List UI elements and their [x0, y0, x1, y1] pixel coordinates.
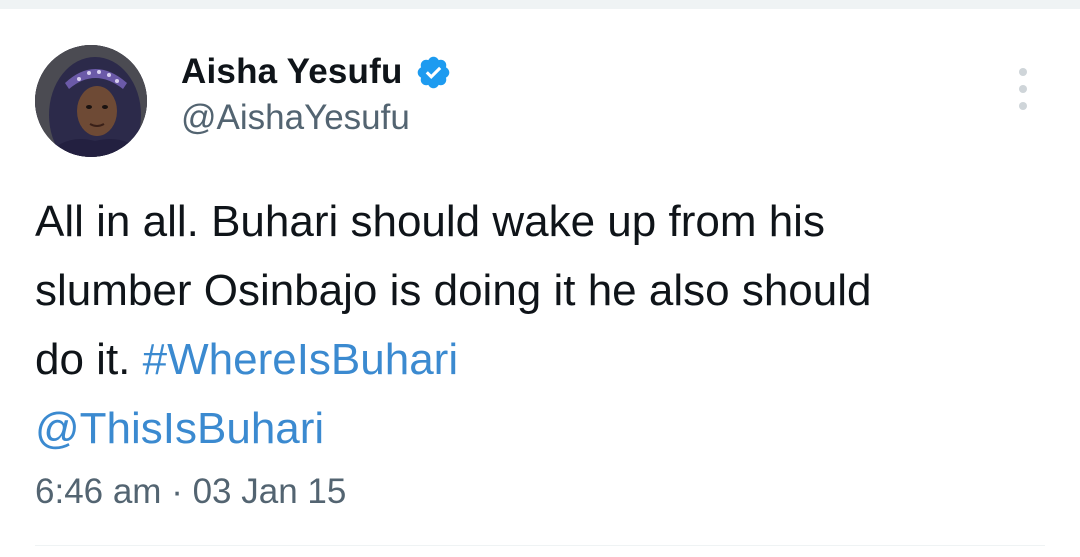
tweet-time[interactable]: 6:46 am: [35, 472, 161, 511]
verified-badge-icon: [415, 54, 452, 91]
avatar[interactable]: [35, 45, 147, 157]
author-name-row[interactable]: Aisha Yesufu: [181, 50, 452, 94]
tweet-line: do it. #WhereIsBuhari: [35, 325, 1055, 394]
hashtag-link[interactable]: #WhereIsBuhari: [143, 335, 458, 384]
more-vertical-icon-dot: [1019, 85, 1027, 93]
tweet-date[interactable]: 03 Jan 15: [193, 472, 347, 511]
tweet-timestamp[interactable]: 6:46 am · 03 Jan 15: [35, 472, 346, 512]
author-handle[interactable]: @AishaYesufu: [181, 98, 410, 138]
author-display-name[interactable]: Aisha Yesufu: [181, 52, 403, 92]
tweet-line: slumber Osinbajo is doing it he also sho…: [35, 266, 872, 315]
tweet-line: @ThisIsBuhari: [35, 394, 1055, 463]
more-options-button[interactable]: [1008, 68, 1038, 110]
more-vertical-icon-dot: [1019, 102, 1027, 110]
tweet-text: All in all. Buhari should wake up from h…: [35, 187, 1055, 463]
avatar-image: [35, 45, 147, 157]
mention-link[interactable]: @ThisIsBuhari: [35, 404, 324, 453]
bottom-divider: [35, 545, 1045, 546]
tweet-line: All in all. Buhari should wake up from h…: [35, 197, 825, 246]
tweet-line-text: do it.: [35, 335, 143, 384]
more-vertical-icon-dot: [1019, 68, 1027, 76]
top-divider: [0, 0, 1080, 9]
meta-separator: ·: [171, 472, 183, 511]
